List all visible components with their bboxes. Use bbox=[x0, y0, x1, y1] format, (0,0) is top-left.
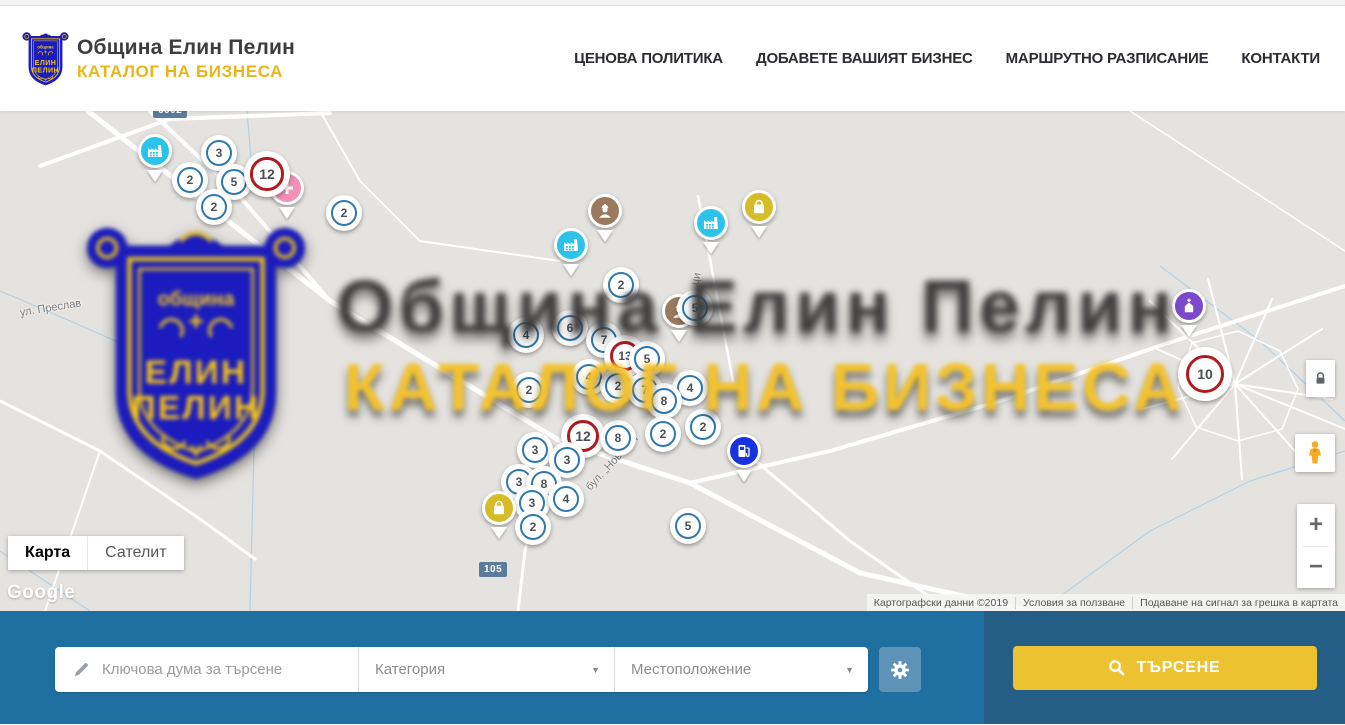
nav-route-schedule[interactable]: МАРШРУТНО РАЗПИСАНИЕ bbox=[1006, 50, 1209, 67]
road-shield: 105 bbox=[479, 562, 507, 577]
category-pin-factory[interactable] bbox=[694, 206, 728, 240]
attribution-copyright: Картографски данни ©2019 bbox=[867, 597, 1015, 609]
shopping-bag-icon bbox=[482, 491, 516, 525]
category-pin-shopping-bag[interactable] bbox=[482, 491, 516, 525]
report-error-link[interactable]: Подаване на сигнал за грешка в картата bbox=[1132, 597, 1345, 609]
cluster-marker[interactable]: 4 bbox=[508, 317, 544, 353]
site-header: Община Елин Пелин КАТАЛОГ НА БИЗНЕСА ЦЕН… bbox=[0, 6, 1345, 111]
search-input-group: Категория ▼ Местоположение ▼ bbox=[55, 647, 868, 692]
zoom-in-button[interactable]: + bbox=[1297, 504, 1335, 546]
gear-icon bbox=[889, 659, 911, 681]
category-select[interactable]: Категория ▼ bbox=[358, 647, 614, 692]
factory-icon bbox=[554, 228, 588, 262]
factory-icon bbox=[138, 134, 172, 168]
google-map[interactable]: 6002105ул. Преславбул. „Новоселци 325122… bbox=[0, 111, 1345, 611]
cluster-marker[interactable]: 6 bbox=[552, 310, 588, 346]
map-attribution: Картографски данни ©2019 Условия за полз… bbox=[867, 594, 1345, 611]
category-pin-shopping-bag[interactable] bbox=[742, 190, 776, 224]
search-bar: ТЪРСЕНЕ Категория ▼ Местоположение ▼ bbox=[0, 611, 1345, 724]
cluster-marker[interactable]: 2 bbox=[196, 189, 232, 225]
municipality-crest-icon bbox=[22, 29, 69, 89]
shopping-bag-icon bbox=[742, 190, 776, 224]
nav-add-business[interactable]: ДОБАВЕТЕ ВАШИЯТ БИЗНЕС bbox=[756, 50, 973, 67]
terms-link[interactable]: Условия за ползване bbox=[1015, 597, 1132, 609]
factory-icon bbox=[694, 206, 728, 240]
category-pin-worker[interactable] bbox=[588, 194, 622, 228]
zoom-control: + − bbox=[1297, 504, 1335, 588]
cluster-marker[interactable]: 2 bbox=[511, 372, 547, 408]
category-pin-factory[interactable] bbox=[554, 228, 588, 262]
lock-button[interactable] bbox=[1306, 360, 1335, 397]
cluster-marker[interactable]: 3 bbox=[517, 432, 553, 468]
location-select[interactable]: Местоположение ▼ bbox=[614, 647, 868, 692]
pegman-button[interactable] bbox=[1295, 434, 1335, 472]
main-nav: ЦЕНОВА ПОЛИТИКА ДОБАВЕТЕ ВАШИЯТ БИЗНЕС М… bbox=[574, 50, 1320, 67]
brand-title: Община Елин Пелин bbox=[77, 36, 295, 60]
chevron-down-icon: ▼ bbox=[845, 665, 854, 675]
advanced-settings-button[interactable] bbox=[879, 647, 921, 692]
google-logo[interactable]: Google bbox=[7, 582, 75, 604]
fuel-icon bbox=[727, 434, 761, 468]
category-select-label: Категория bbox=[375, 661, 445, 678]
cluster-marker[interactable]: 8 bbox=[600, 420, 636, 456]
location-select-label: Местоположение bbox=[631, 661, 751, 678]
cluster-marker[interactable]: 4 bbox=[548, 481, 584, 517]
brand-logo[interactable]: Община Елин Пелин КАТАЛОГ НА БИЗНЕСА bbox=[22, 29, 295, 89]
keyword-input[interactable] bbox=[102, 661, 346, 678]
cluster-marker[interactable]: 2 bbox=[326, 195, 362, 231]
lock-icon bbox=[1313, 371, 1328, 386]
pencil-icon bbox=[73, 661, 90, 678]
category-pin-church[interactable] bbox=[1172, 289, 1206, 323]
church-icon bbox=[1172, 289, 1206, 323]
cluster-marker[interactable]: 5 bbox=[677, 290, 713, 326]
satellite-view-button[interactable]: Сателит bbox=[87, 536, 183, 570]
search-button[interactable]: ТЪРСЕНЕ bbox=[1013, 646, 1317, 690]
worker-icon bbox=[588, 194, 622, 228]
category-pin-fuel[interactable] bbox=[727, 434, 761, 468]
search-button-label: ТЪРСЕНЕ bbox=[1136, 659, 1220, 677]
cluster-marker[interactable]: 2 bbox=[645, 416, 681, 452]
zoom-out-button[interactable]: − bbox=[1297, 547, 1335, 589]
category-pin-factory[interactable] bbox=[138, 134, 172, 168]
cluster-marker[interactable]: 10 bbox=[1178, 347, 1232, 401]
search-button-panel: ТЪРСЕНЕ bbox=[984, 611, 1345, 724]
road-shield: 6002 bbox=[153, 111, 187, 118]
brand-subtitle: КАТАЛОГ НА БИЗНЕСА bbox=[77, 62, 295, 82]
map-type-control: Карта Сателит bbox=[8, 536, 184, 570]
nav-contacts[interactable]: КОНТАКТИ bbox=[1241, 50, 1320, 67]
cluster-marker[interactable]: 2 bbox=[603, 267, 639, 303]
cluster-marker[interactable]: 2 bbox=[515, 509, 551, 545]
keyword-section bbox=[55, 647, 358, 692]
nav-pricing[interactable]: ЦЕНОВА ПОЛИТИКА bbox=[574, 50, 723, 67]
cluster-marker[interactable]: 12 bbox=[244, 151, 290, 197]
cluster-marker[interactable]: 2 bbox=[685, 409, 721, 445]
cluster-marker[interactable]: 8 bbox=[646, 383, 682, 419]
pegman-icon bbox=[1305, 440, 1325, 467]
search-icon bbox=[1108, 659, 1125, 676]
chevron-down-icon: ▼ bbox=[591, 665, 600, 675]
cluster-marker[interactable]: 5 bbox=[670, 508, 706, 544]
map-view-button[interactable]: Карта bbox=[8, 536, 87, 570]
